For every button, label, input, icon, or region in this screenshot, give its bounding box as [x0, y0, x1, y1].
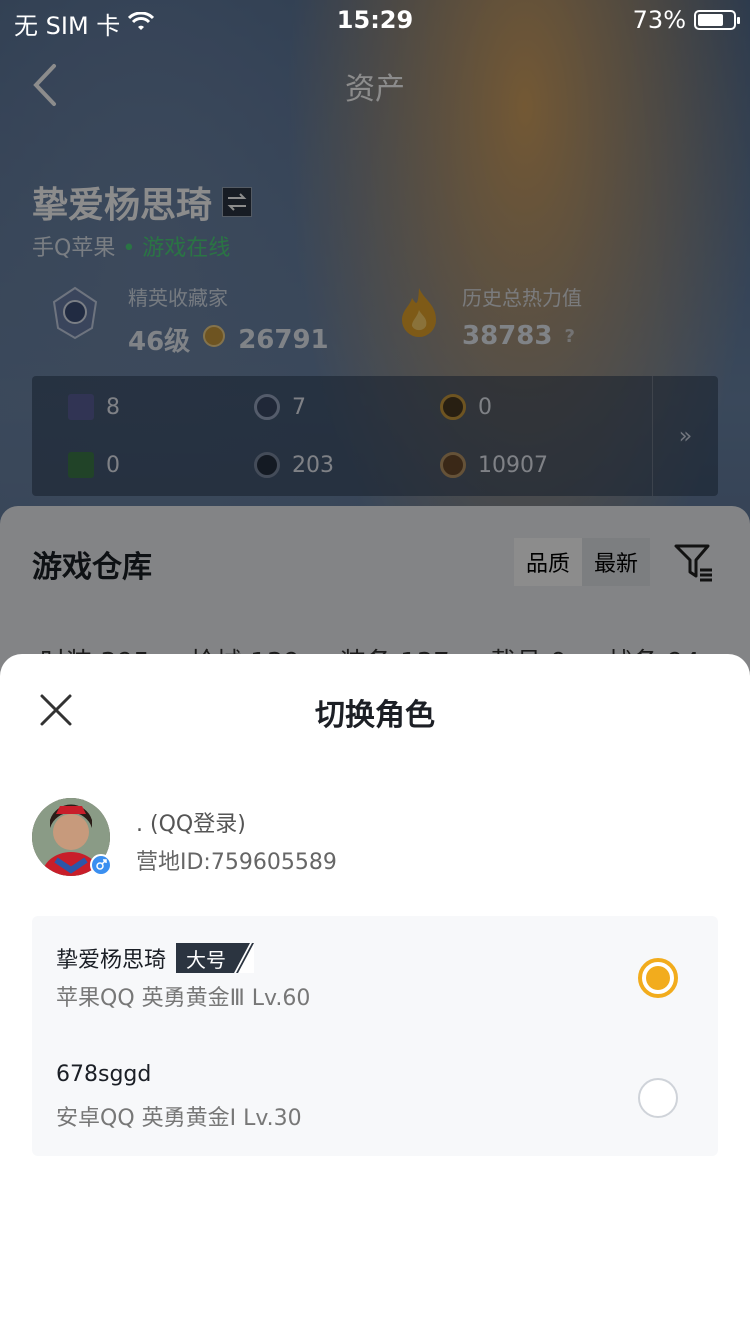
account-name: . (QQ登录)	[136, 812, 246, 837]
role-radio-selected[interactable]	[638, 958, 678, 998]
role-radio[interactable]	[638, 1078, 678, 1118]
sheet-title: 切换角色	[315, 698, 435, 733]
male-icon	[90, 854, 112, 876]
main-account-badge: 大号	[176, 943, 255, 973]
switch-role-sheet: 切换角色 . (QQ登录) 营地ID:759605589 挚爱杨思琦 大号 苹果…	[0, 654, 750, 1334]
role-name-row: 挚爱杨思琦 大号	[56, 942, 255, 974]
role-name: 挚爱杨思琦	[56, 948, 167, 973]
battery-fill	[698, 14, 723, 26]
role-item[interactable]: 挚爱杨思琦 大号 苹果QQ 英勇黄金Ⅲ Lv.60	[32, 916, 718, 1036]
role-info: 安卓QQ 英勇黄金Ⅰ Lv.30	[56, 1106, 302, 1131]
status-bar: 无 SIM 卡 15:29 73%	[0, 0, 750, 40]
role-info: 苹果QQ 英勇黄金Ⅲ Lv.60	[56, 986, 311, 1011]
account-id: 营地ID:759605589	[136, 850, 337, 875]
role-name-row: 678sggd	[56, 1062, 151, 1087]
account-info: . (QQ登录) 营地ID:759605589	[32, 798, 718, 878]
battery-percent: 73%	[632, 6, 686, 34]
battery-group: 73%	[632, 6, 740, 34]
role-item[interactable]: 678sggd 安卓QQ 英勇黄金Ⅰ Lv.30	[32, 1036, 718, 1156]
role-name: 678sggd	[56, 1062, 152, 1087]
role-list: 挚爱杨思琦 大号 苹果QQ 英勇黄金Ⅲ Lv.60 678sggd 安卓QQ 英…	[32, 916, 718, 1156]
battery-icon	[694, 10, 740, 30]
